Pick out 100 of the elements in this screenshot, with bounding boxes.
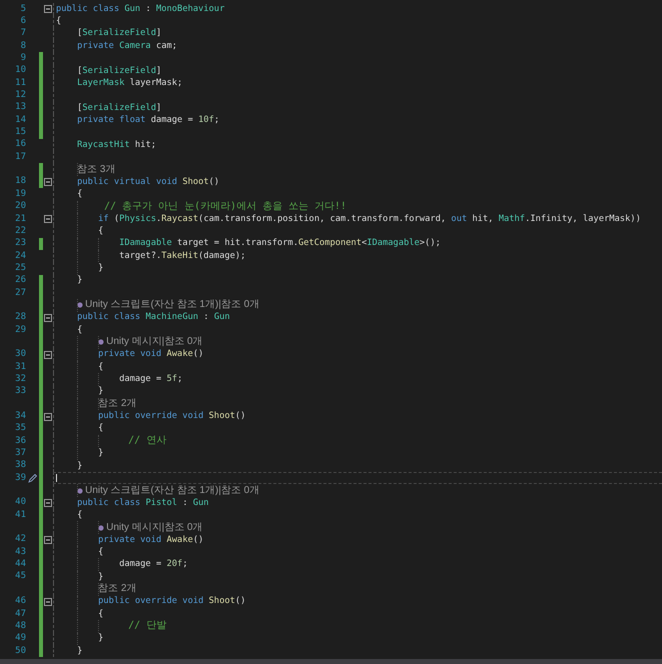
line-number: 17 <box>15 152 26 162</box>
code-line: if (Physics.Raycast(cam.transform.position, cam.transform.forward, out hit, Mathf.Infinity, layerMask)) <box>97 214 641 224</box>
code-line: { <box>76 326 82 334</box>
collapse-icon[interactable] <box>44 412 52 421</box>
line-number: 9 <box>20 54 26 64</box>
code-line: public virtual void Shoot() <box>76 178 220 186</box>
code-line: private void Awake() <box>97 350 204 360</box>
code-line: // 단발 <box>127 621 166 632</box>
line-number: 33 <box>15 387 26 396</box>
collapse-icon[interactable] <box>44 215 52 224</box>
codelens-link[interactable]: 참조 2개 <box>98 584 137 594</box>
line-number: 44 <box>15 560 26 570</box>
codelens-link[interactable]: Unity 스크립트(자산 참조 1개)|참조 0개 <box>85 300 260 310</box>
code-line: } <box>76 462 82 470</box>
code-line: IDamagable target = hit.transform.GetComponent<IDamagable>(); <box>118 239 441 248</box>
line-number: 42 <box>15 535 26 544</box>
code-line: [SerializeField] <box>76 29 162 38</box>
collapse-icon[interactable] <box>44 598 52 606</box>
code-line: } <box>97 387 104 396</box>
line-number: 45 <box>15 572 26 582</box>
code-line: [SerializeField] <box>76 66 162 76</box>
line-number: 29 <box>15 326 26 335</box>
code-line: { <box>76 510 82 520</box>
code-line: { <box>97 548 104 557</box>
line-number: 20 <box>15 202 26 212</box>
line-number: 43 <box>15 548 26 557</box>
line-number: 26 <box>15 276 26 286</box>
collapse-icon[interactable] <box>44 314 52 322</box>
collapse-icon[interactable] <box>44 536 52 544</box>
collapse-icon[interactable] <box>44 350 52 359</box>
line-number: 22 <box>15 226 26 236</box>
line-number: 13 <box>15 103 26 112</box>
code-line: public class MachineGun : Gun <box>76 313 230 322</box>
line-number: 11 <box>15 78 26 88</box>
code-line: LayerMask layerMask; <box>76 78 182 88</box>
collapse-icon[interactable] <box>44 178 52 186</box>
code-line: { <box>76 190 82 199</box>
line-number: 35 <box>15 424 26 434</box>
code-line: } <box>97 264 104 273</box>
line-number: 18 <box>15 177 26 186</box>
code-line: // 연사 <box>127 436 166 446</box>
code-line: public class Gun : MonoBehaviour <box>56 4 225 14</box>
line-number: 27 <box>15 288 26 298</box>
code-line: RaycastHit hit; <box>76 140 156 150</box>
collapse-icon[interactable] <box>44 5 52 14</box>
line-number: 40 <box>15 498 26 508</box>
code-line: } <box>76 276 82 286</box>
line-number: 28 <box>15 313 26 322</box>
codelens-link[interactable]: Unity 메시지|참조 0개 <box>106 337 203 348</box>
code-line: [SerializeField] <box>76 104 162 112</box>
line-number: 49 <box>15 634 26 644</box>
code-line: } <box>97 634 104 644</box>
code-line: } <box>76 646 82 656</box>
line-number: 5 <box>20 4 26 14</box>
line-number: 16 <box>15 140 26 150</box>
line-number: 48 <box>15 622 26 631</box>
line-number: 41 <box>15 510 26 520</box>
codelens-link[interactable]: Unity 스크립트(자산 참조 1개)|참조 0개 <box>85 486 260 496</box>
line-number: 47 <box>15 610 26 619</box>
code-line: damage = 5f; <box>118 375 182 384</box>
line-number: 15 <box>15 128 26 138</box>
line-number: 36 <box>15 436 26 446</box>
code-line: { <box>97 362 104 372</box>
line-number: 12 <box>15 91 26 100</box>
line-number: 37 <box>15 449 26 458</box>
line-number: 7 <box>20 29 26 38</box>
line-number: 23 <box>15 239 26 248</box>
code-line: { <box>56 17 62 26</box>
line-number: 6 <box>20 17 26 26</box>
code-line: damage = 20f; <box>118 560 188 570</box>
code-line: { <box>97 226 104 236</box>
code-line: public class Pistol : Gun <box>76 498 209 508</box>
code-line: { <box>97 424 104 434</box>
line-number: 8 <box>20 42 26 51</box>
code-line: public override void Shoot() <box>97 412 246 421</box>
code-line: private void Awake() <box>97 536 204 544</box>
horizontal-scrollbar[interactable] <box>0 659 662 664</box>
line-number: 39 <box>15 474 26 483</box>
code-line: // 총구가 아닌 눈(카메라)에서 총을 쏘는 거다!! <box>103 202 346 212</box>
code-line: target?.TakeHit(damage); <box>118 252 246 260</box>
line-number: 32 <box>15 374 26 384</box>
line-number: 19 <box>15 190 26 199</box>
codelens-link[interactable]: Unity 메시지|참조 0개 <box>106 522 203 533</box>
line-number: 34 <box>15 412 26 422</box>
text-cursor <box>56 474 57 482</box>
code-line: private float damage = 10f; <box>76 116 220 125</box>
line-number: 38 <box>15 461 26 470</box>
code-line: private Camera cam; <box>76 42 178 51</box>
line-number: 24 <box>15 252 26 261</box>
code-line: { <box>97 610 104 618</box>
codelens-link[interactable]: 참조 2개 <box>98 399 137 410</box>
collapse-icon[interactable] <box>44 498 52 507</box>
line-number: 46 <box>15 597 26 606</box>
codelens-link[interactable]: 참조 3개 <box>77 164 116 175</box>
line-number: 50 <box>15 646 26 656</box>
line-number: 10 <box>15 66 26 76</box>
line-number: 25 <box>15 264 26 273</box>
line-number: 14 <box>15 116 26 125</box>
line-number: 30 <box>15 350 26 360</box>
line-number: 21 <box>15 214 26 224</box>
